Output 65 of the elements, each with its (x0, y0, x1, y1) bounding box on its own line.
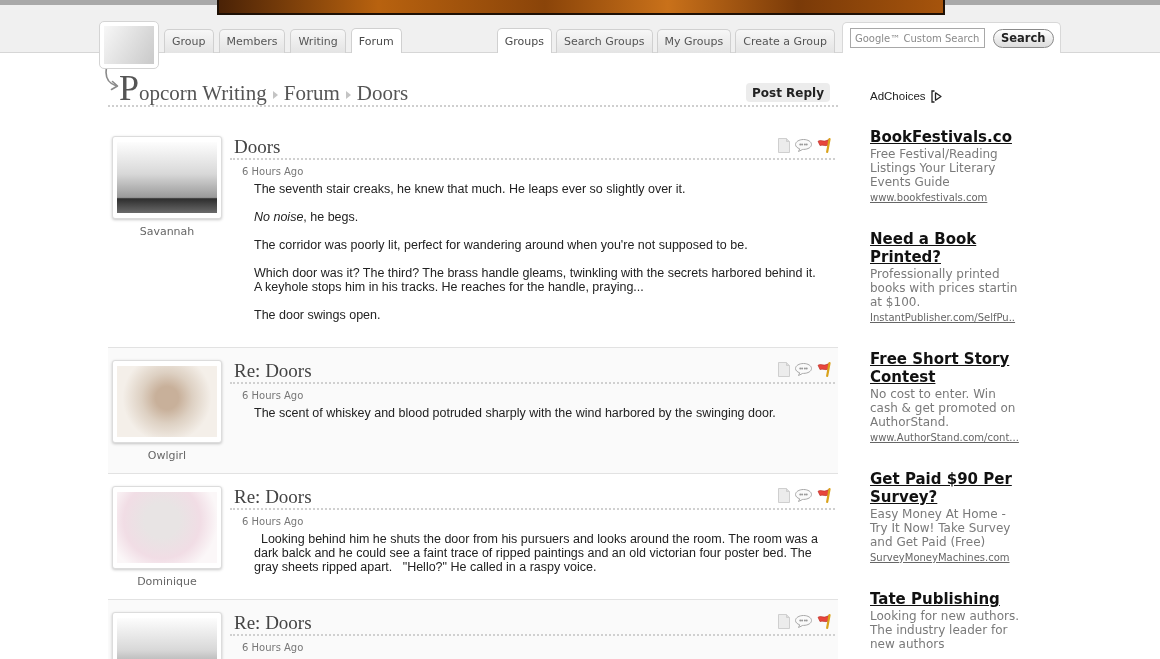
search-button[interactable]: Search (993, 28, 1054, 48)
search-field[interactable]: Google™ Custom Search (850, 28, 985, 48)
ad-url-link[interactable]: www.AuthorStand.com/cont... (870, 431, 1019, 445)
post-title: Re: Doors (234, 485, 312, 508)
ad-title-link[interactable]: Need a Book Printed? (870, 230, 1026, 266)
ad-description: Looking for new authors. The industry leader for new authors (870, 609, 1020, 651)
post-paragraph: Which door was it? The third? The brass handle gleams, twinkling with the secrets harbored behind it. A keyhole stops him in his tracks. He reaches for the handle, praying... (254, 266, 817, 294)
flag-icon[interactable] (817, 488, 832, 503)
author-name[interactable]: Savannah (139, 225, 195, 238)
avatar-image[interactable] (112, 136, 222, 219)
speech-bubble-icon[interactable] (795, 363, 812, 376)
ad-description: Professionally printed books with prices startin at $100. (870, 267, 1018, 309)
group-logo-image[interactable] (99, 21, 159, 69)
post-paragraph: The door swings open. (254, 308, 382, 322)
speech-bubble-icon[interactable] (795, 489, 812, 502)
ad-url-link[interactable]: www.bookfestivals.com (870, 191, 988, 205)
ad-description: Free Festival/Reading Listings Your Literary Events Guide (870, 147, 998, 189)
post-title: Re: Doors (234, 611, 312, 634)
breadcrumb-link[interactable]: Popcorn Writing (119, 76, 267, 105)
nav-tab[interactable]: Create a Group (735, 29, 835, 53)
ad-description: Easy Money At Home - Try It Now! Take Survey and Get Paid (Free) (870, 507, 1011, 549)
ad-url-link[interactable]: SurveyMoneyMachines.com (870, 551, 1010, 565)
ad-description: No cost to enter. Win cash & get promoted on AuthorStand. (870, 387, 1016, 429)
nav-tab[interactable]: My Groups (656, 29, 732, 53)
flag-icon[interactable] (817, 138, 832, 153)
nav-tab[interactable]: Search Groups (556, 29, 653, 53)
author-name[interactable]: Owlgirl (147, 449, 187, 462)
ad-title-link[interactable]: BookFestivals.co (870, 128, 1012, 146)
nav-tab[interactable]: Group (164, 29, 214, 53)
post-title: Doors (234, 135, 281, 158)
triangle-icon (272, 91, 278, 99)
post-title: Re: Doors (234, 359, 312, 382)
ad-title-link[interactable]: Free Short Story Contest (870, 350, 1026, 386)
post-paragraph: The corridor was poorly lit, perfect for wandering around when you're not supposed to be. (254, 238, 749, 252)
author-name[interactable]: Dominique (137, 575, 197, 588)
post-paragraph: The scent of whiskey and blood potruded sharply with the wind harbored by the swinging door. (254, 406, 777, 420)
adchoices-label[interactable]: AdChoices (870, 89, 926, 103)
document-icon[interactable] (778, 362, 790, 377)
ad-title-link[interactable]: Tate Publishing (870, 590, 1000, 608)
nav-tab[interactable]: Writing (290, 29, 346, 53)
post-paragraph: No noise, he begs. (254, 210, 360, 224)
post-paragraph: The seventh stair creaks, he knew that much. He leaps ever so slightly over it. (254, 182, 687, 196)
adchoices-icon[interactable] (930, 89, 942, 103)
speech-bubble-icon[interactable] (795, 615, 812, 628)
nav-tab[interactable]: Members (218, 29, 286, 53)
nav-tab[interactable]: Forum (350, 28, 402, 53)
post-timestamp: 6 Hours Ago (242, 642, 304, 654)
flag-icon[interactable] (817, 614, 832, 629)
document-icon[interactable] (778, 488, 790, 503)
breadcrumb-link[interactable]: Doors (356, 81, 409, 105)
ad-url-link[interactable]: InstantPublisher.com/SelfPu.. (870, 311, 1016, 325)
flag-icon[interactable] (817, 362, 832, 377)
triangle-icon (345, 91, 351, 99)
post-timestamp: 6 Hours Ago (242, 166, 304, 178)
post-paragraph: Looking behind him he shuts the door from his pursuers and looks around the room. The room was a dark balck and he could see a faint trace of ripped paintings and an old victorian four poster bed. The gray sheets ripped apart. "Hello?" He called in a raspy voice. (254, 532, 819, 574)
document-icon[interactable] (778, 138, 790, 153)
ad-title-link[interactable]: Get Paid $90 Per Survey? (870, 470, 1026, 506)
post-timestamp: 6 Hours Ago (242, 516, 304, 528)
curved-arrow-icon (104, 67, 119, 91)
speech-bubble-icon[interactable] (795, 139, 812, 152)
document-icon[interactable] (778, 614, 790, 629)
nav-tab[interactable]: Groups (496, 28, 552, 53)
post-reply-button[interactable]: Post Reply (746, 83, 830, 102)
post-timestamp: 6 Hours Ago (242, 390, 304, 402)
breadcrumb-link[interactable]: Forum (283, 81, 340, 105)
